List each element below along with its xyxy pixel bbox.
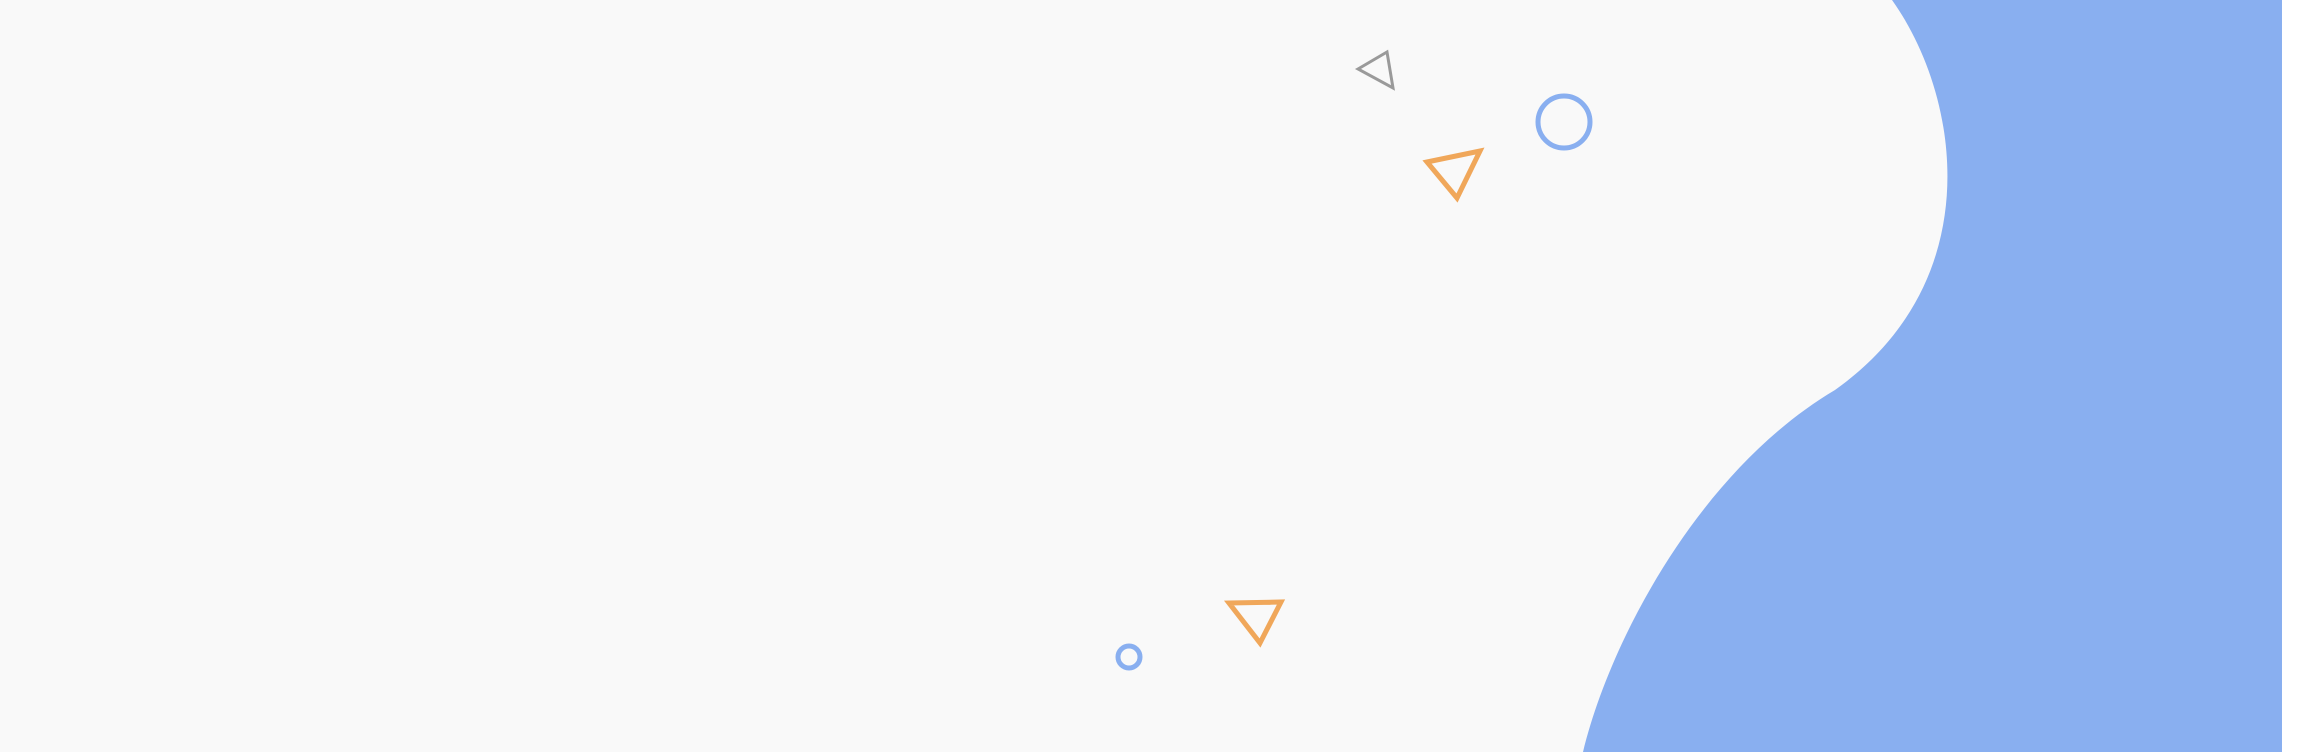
right-edge-strip <box>2282 0 2310 752</box>
hero-background <box>0 0 2310 752</box>
